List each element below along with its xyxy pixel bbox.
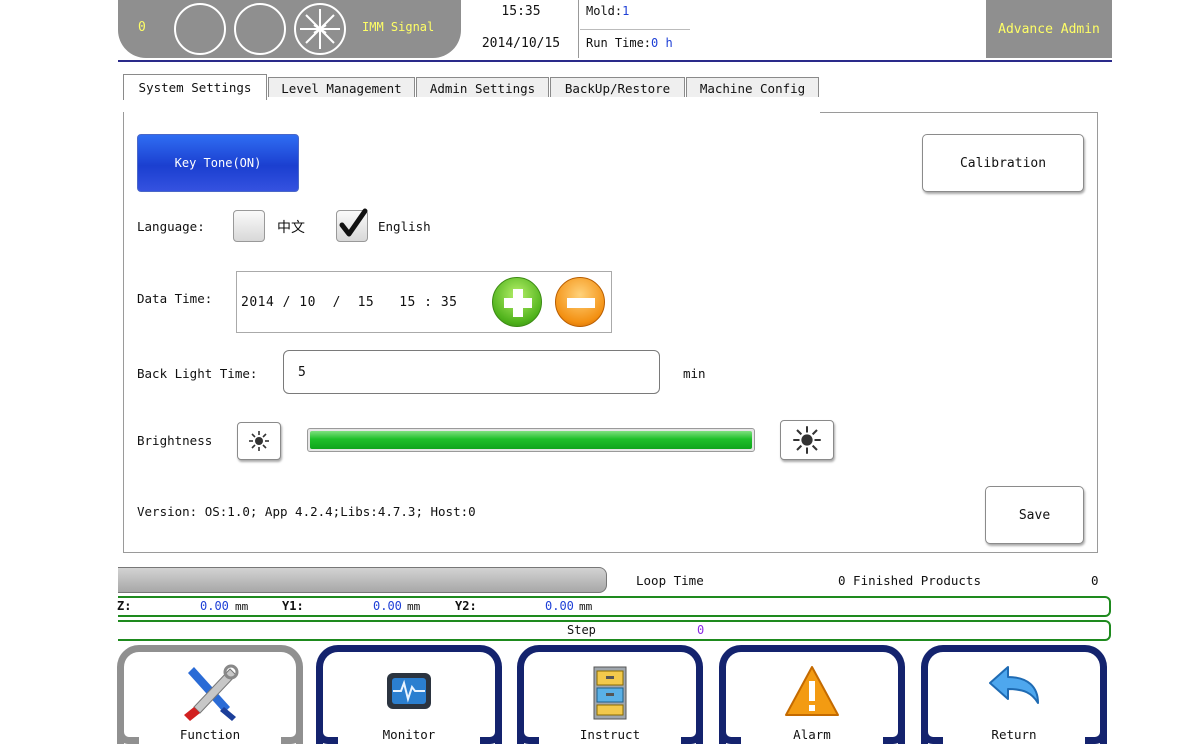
tab-level-management[interactable]: Level Management [268, 77, 415, 98]
backlight-label: Back Light Time: [137, 366, 258, 381]
nav-alarm[interactable]: Alarm [719, 645, 905, 744]
tools-icon [184, 664, 239, 721]
runtime-value: 0 h [651, 36, 673, 50]
axis-z-unit: mm [235, 600, 249, 613]
plus-button[interactable] [492, 277, 542, 327]
axis-z-value: 0.00 [200, 599, 229, 613]
brightness-down-button[interactable] [237, 422, 281, 460]
axis-y1-unit: mm [407, 600, 421, 613]
user-level-badge[interactable]: Advance Admin [986, 0, 1112, 58]
save-button[interactable]: Save [985, 486, 1084, 544]
datetime-label: Data Time: [137, 291, 213, 306]
checkmark-icon [339, 208, 368, 237]
header-divider [578, 0, 579, 58]
sun-large-icon [793, 426, 821, 454]
nav-alarm-label: Alarm [793, 727, 831, 742]
return-arrow-icon [989, 666, 1039, 704]
nav-instruct-label: Instruct [579, 727, 641, 742]
brightness-slider[interactable] [307, 428, 755, 452]
nav-monitor-label: Monitor [382, 727, 436, 742]
backlight-input[interactable]: 5 [283, 350, 660, 394]
sun-small-icon [249, 431, 269, 451]
signal-arrows-icon [294, 3, 346, 55]
lang-en-checkbox[interactable] [336, 208, 368, 242]
header-divider-h [580, 29, 690, 30]
nav-return-label: Return [991, 727, 1037, 742]
step-value: 0 [697, 623, 705, 637]
axis-y2-unit: mm [579, 600, 593, 613]
nav-function-label: Function [179, 727, 241, 742]
mold-value: 1 [622, 4, 630, 18]
loop-progress-bar [118, 567, 607, 593]
tab-system-settings[interactable]: System Settings [123, 74, 267, 100]
minus-icon [567, 298, 595, 308]
brightness-up-button[interactable] [780, 420, 834, 460]
brightness-label: Brightness [137, 433, 213, 448]
lang-cn-label: 中文 [277, 220, 305, 236]
nav-return[interactable]: Return [921, 645, 1107, 744]
axis-y1-value: 0.00 [373, 599, 402, 613]
header-rule [118, 60, 1112, 62]
tab-machine-config[interactable]: Machine Config [686, 77, 819, 98]
version-text: Version: OS:1.0; App 4.2.4;Libs:4.7.3; H… [137, 504, 476, 519]
header-date: 2014/10/15 [481, 36, 561, 51]
mold-info: Mold:1 [586, 4, 630, 18]
axis-y2-value: 0.00 [545, 599, 574, 613]
axis-y2-label: Y2: [455, 599, 477, 613]
runtime-info: Run Time:0 h [586, 36, 673, 50]
loop-time-label: Loop Time [636, 573, 704, 588]
brightness-fill [310, 431, 752, 449]
header-count: 0 [138, 20, 146, 35]
minus-button[interactable] [555, 277, 605, 327]
monitor-icon [387, 673, 431, 709]
signal-ring-2-icon [234, 3, 286, 55]
header-time: 15:35 [501, 4, 541, 19]
axis-z-label: Z: [117, 599, 132, 613]
calibration-button[interactable]: Calibration [922, 134, 1084, 192]
step-row [118, 620, 1111, 641]
datetime-value[interactable]: 2014 / 10 / 15 15 : 35 [241, 295, 458, 310]
step-label: Step [567, 623, 596, 637]
tab-backup-restore[interactable]: BackUp/Restore [550, 77, 685, 98]
warning-icon [785, 666, 839, 716]
nav-monitor[interactable]: Monitor [316, 645, 502, 744]
language-label: Language: [137, 219, 205, 234]
imm-signal-label: IMM Signal [362, 20, 435, 34]
signal-ring-1-icon [174, 3, 226, 55]
axis-y1-label: Y1: [282, 599, 304, 613]
key-tone-button[interactable]: Key Tone(ON) [137, 134, 299, 192]
finished-products-label: 0 Finished Products [838, 573, 981, 588]
tab-admin-settings[interactable]: Admin Settings [416, 77, 549, 98]
lang-cn-checkbox[interactable] [233, 210, 265, 242]
nav-instruct[interactable]: Instruct [517, 645, 703, 744]
file-cabinet-icon [593, 666, 627, 720]
nav-function[interactable]: Function [117, 645, 303, 744]
backlight-unit: min [683, 366, 706, 381]
finished-products-value: 0 [1091, 573, 1099, 588]
lang-en-label: English [378, 219, 431, 234]
plus-icon [504, 289, 532, 317]
axis-position-row [118, 596, 1111, 617]
